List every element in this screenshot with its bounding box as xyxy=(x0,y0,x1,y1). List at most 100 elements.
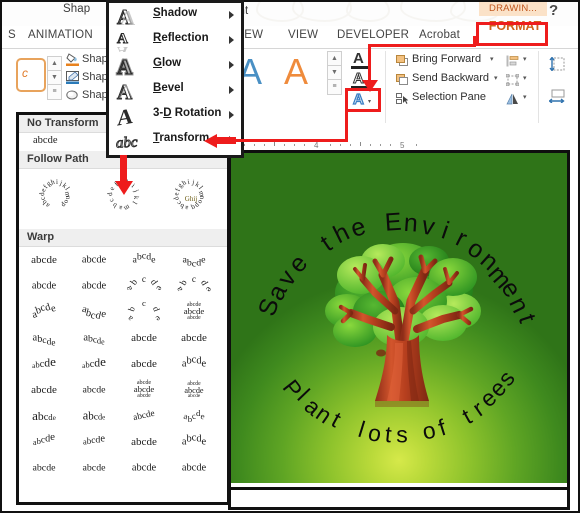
warp-style-cell[interactable]: abcde xyxy=(19,299,69,325)
warp-style-cell[interactable]: abcde xyxy=(69,403,119,429)
wordart-style-orange[interactable]: A xyxy=(282,51,320,97)
group-caret-icon[interactable]: ▾ xyxy=(523,74,527,82)
warp-style-cell[interactable]: abcde xyxy=(69,429,119,455)
warp-style-cell[interactable]: abcde xyxy=(69,377,119,403)
effects-menu-item-glow[interactable]: A A Glow xyxy=(109,53,241,81)
effects-menu-item-bevel[interactable]: A Bevel xyxy=(109,78,241,105)
warp-style-cell[interactable]: abcde xyxy=(19,377,69,403)
warp-style-cell[interactable]: abcde xyxy=(69,247,119,273)
help-icon[interactable]: ? xyxy=(549,2,558,19)
arc-character xyxy=(411,420,420,448)
slide-canvas[interactable]: Save the Environment P l a n t l o t s o… xyxy=(231,153,567,487)
submenu-arrow-icon[interactable] xyxy=(229,36,234,44)
shape-style-thumbnail[interactable]: c xyxy=(16,58,46,92)
warp-grid: abcde abcde abcde abcde abcde abcde ab c de ab c de… xyxy=(19,247,227,481)
text-fill-color-bar xyxy=(351,66,368,69)
align-caret-icon[interactable]: ▾ xyxy=(523,55,527,63)
shape-gallery-more[interactable]: ≡ xyxy=(47,84,62,100)
warp-style-cell[interactable]: abcde xyxy=(119,273,169,299)
warp-style-cell[interactable]: abcde xyxy=(119,325,169,351)
shape-effects-icon[interactable] xyxy=(66,89,79,102)
warp-style-cell[interactable]: abcde xyxy=(19,325,69,351)
warp-sample-text: abcde xyxy=(32,408,56,423)
effects-menu-item-drotation[interactable]: A 3-D Rotation xyxy=(109,103,241,131)
follow-path-character: e xyxy=(172,192,181,196)
send-backward-label[interactable]: Send Backward xyxy=(412,72,489,84)
submenu-arrow-icon[interactable] xyxy=(229,86,234,94)
warp-style-cell[interactable]: abcde xyxy=(119,403,169,429)
warp-style-cell[interactable]: abcde xyxy=(69,351,119,377)
group-icon[interactable] xyxy=(505,73,520,87)
wordart-bottom-arc-text[interactable]: Plant lots of trees xyxy=(231,153,567,487)
arrow-shaft-to-transform xyxy=(216,137,236,144)
selection-pane-label[interactable]: Selection Pane xyxy=(412,91,486,103)
shape-outline-label[interactable]: Shap xyxy=(82,71,108,83)
wordart-gallery-more[interactable]: ≡ xyxy=(327,79,342,95)
tab-s[interactable]: S xyxy=(8,29,16,41)
warp-style-cell[interactable]: abcde xyxy=(69,325,119,351)
warp-style-cell[interactable]: abcde xyxy=(169,351,219,377)
warp-style-cell[interactable]: abcde abcde abcde xyxy=(169,299,219,325)
send-backward-caret-icon[interactable]: ▾ xyxy=(494,74,498,82)
warp-sample-text: abcde xyxy=(131,462,157,474)
warp-style-cell[interactable]: abcde xyxy=(69,455,119,481)
submenu-arrow-icon[interactable] xyxy=(229,11,234,19)
follow-path-sample-arch-up[interactable]: abcdefghijklmnop xyxy=(27,171,87,227)
shape-fill-label[interactable]: Shap xyxy=(82,53,108,65)
shape-height-icon[interactable] xyxy=(549,56,565,76)
warp-style-cell[interactable]: abcde xyxy=(19,273,69,299)
warp-style-cell[interactable]: abcde xyxy=(169,429,219,455)
effects-menu-item-shadow[interactable]: A A Shadow xyxy=(109,3,241,30)
warp-sample-text: abcde xyxy=(125,298,163,324)
warp-style-cell[interactable]: abcde abcde abcde xyxy=(169,377,219,403)
rotate-caret-icon[interactable]: ▾ xyxy=(523,93,527,101)
effects-menu-item-label: 3-D Rotation xyxy=(153,107,222,119)
warp-style-cell[interactable]: abcde abcde abcde xyxy=(119,377,169,403)
warp-style-cell[interactable]: abcde xyxy=(69,299,119,325)
effects-menu-item-reflection[interactable]: A A Reflection xyxy=(109,28,241,59)
warp-style-cell[interactable]: abcde xyxy=(169,273,219,299)
warp-style-cell[interactable]: abcde xyxy=(119,351,169,377)
warp-sample-text: abcde xyxy=(181,432,207,448)
follow-path-character: d xyxy=(38,192,47,197)
submenu-arrow-icon[interactable] xyxy=(229,61,234,69)
shape-outline-icon[interactable] xyxy=(66,71,79,84)
rotate-icon[interactable] xyxy=(506,92,518,105)
shape-effects-label[interactable]: Shap xyxy=(82,89,108,101)
bring-forward-label[interactable]: Bring Forward xyxy=(412,53,481,65)
warp-style-cell[interactable]: abcde xyxy=(69,273,119,299)
warp-sample-text: abcde xyxy=(132,250,156,266)
arc-character: s xyxy=(396,421,408,448)
follow-path-sample-button[interactable]: a b c d e f g h i j k l m n o p q Ghij xyxy=(161,171,221,227)
tab-view-2[interactable]: VIEW xyxy=(288,29,318,41)
tab-acrobat[interactable]: Acrobat xyxy=(419,29,460,41)
warp-style-cell[interactable]: abcde xyxy=(169,247,219,273)
bring-forward-caret-icon[interactable]: ▾ xyxy=(490,55,494,63)
warp-style-cell[interactable]: abcde xyxy=(169,403,219,429)
warp-style-cell[interactable]: abcde xyxy=(19,429,69,455)
warp-style-cell[interactable]: abcde xyxy=(19,351,69,377)
warp-style-cell[interactable]: abcde xyxy=(119,247,169,273)
shape-width-icon[interactable] xyxy=(548,89,565,108)
bring-forward-icon[interactable] xyxy=(396,54,408,66)
rotation-A-icon: A xyxy=(115,103,141,131)
arc-character: P xyxy=(277,374,308,403)
warp-style-cell[interactable]: abcde xyxy=(119,429,169,455)
warp-style-cell[interactable]: abcde xyxy=(119,298,169,325)
warp-style-cell[interactable]: abcde xyxy=(19,247,69,273)
warp-sample-text: abcde xyxy=(124,275,164,292)
text-effects-dropdown-menu[interactable]: A A Shadow A A Reflection A A Glow A Bevel A 3-D Rot… xyxy=(106,0,244,158)
warp-style-cell[interactable]: abcde xyxy=(119,455,169,481)
align-icon[interactable] xyxy=(506,54,519,67)
warp-style-cell[interactable]: abcde xyxy=(19,455,69,481)
shape-fill-icon[interactable] xyxy=(66,53,79,66)
submenu-arrow-icon[interactable] xyxy=(229,111,234,119)
tab-developer[interactable]: DEVELOPER xyxy=(337,29,409,41)
warp-style-cell[interactable]: abcde xyxy=(169,455,219,481)
send-backward-icon[interactable] xyxy=(396,73,408,85)
arrow-shaft-format-left xyxy=(368,44,476,47)
warp-style-cell[interactable]: abcde xyxy=(19,403,69,429)
warp-style-cell[interactable]: abcde xyxy=(169,325,219,351)
selection-pane-icon[interactable] xyxy=(396,92,409,104)
tab-animations[interactable]: ANIMATION xyxy=(28,29,93,41)
